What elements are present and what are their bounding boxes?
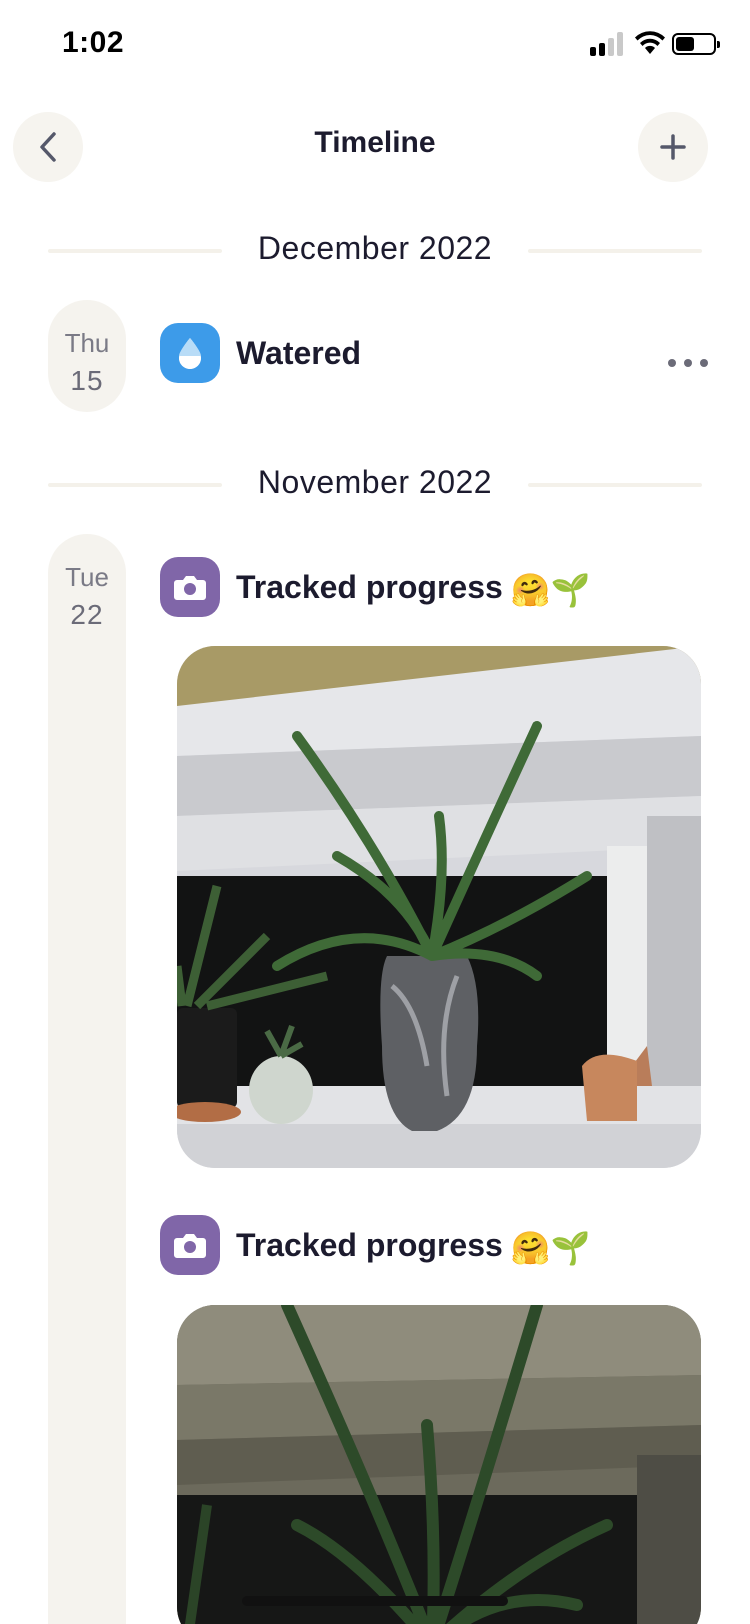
add-button[interactable] [638,112,708,182]
dot-icon [668,359,676,367]
progress-photo[interactable] [177,1305,701,1624]
event-emoji: 🤗🌱 [510,571,591,608]
timeline-event-tracked-progress[interactable]: Tracked progress 🤗🌱 [160,1215,600,1275]
home-indicator [242,1596,508,1606]
month-header: November 2022 [48,464,702,504]
date-weekday: Tue [65,562,109,592]
timeline-event-watered[interactable]: Watered [160,323,640,383]
date-day: 22 [70,599,104,630]
event-title-text: Tracked progress [236,569,503,605]
status-bar: 1:02 [0,0,750,90]
plant-photo-image [177,646,701,1168]
event-title: Tracked progress 🤗🌱 [236,1227,590,1267]
divider [528,249,702,253]
event-title-text: Tracked progress [236,1227,503,1263]
more-options-button[interactable] [668,353,708,373]
camera-icon [160,1215,220,1275]
water-drop-icon [160,323,220,383]
timeline-event-tracked-progress[interactable]: Tracked progress 🤗🌱 [160,557,600,617]
progress-photo[interactable] [177,646,701,1168]
dot-icon [684,359,692,367]
divider [528,483,702,487]
event-title: Tracked progress 🤗🌱 [236,569,590,609]
plant-photo-image [177,1305,701,1624]
plus-icon [660,134,686,160]
battery-icon [672,33,720,55]
wifi-icon [635,31,665,54]
date-day: 15 [70,365,104,396]
month-header: December 2022 [48,230,702,270]
cellular-signal-icon [590,32,626,56]
status-time: 1:02 [62,26,125,59]
date-badge: Tue 22 [48,534,126,1624]
date-weekday: Thu [64,328,110,358]
event-title: Watered [236,335,362,371]
dot-icon [700,359,708,367]
event-emoji: 🤗🌱 [510,1229,591,1266]
date-badge: Thu 15 [48,300,126,412]
camera-icon [160,557,220,617]
